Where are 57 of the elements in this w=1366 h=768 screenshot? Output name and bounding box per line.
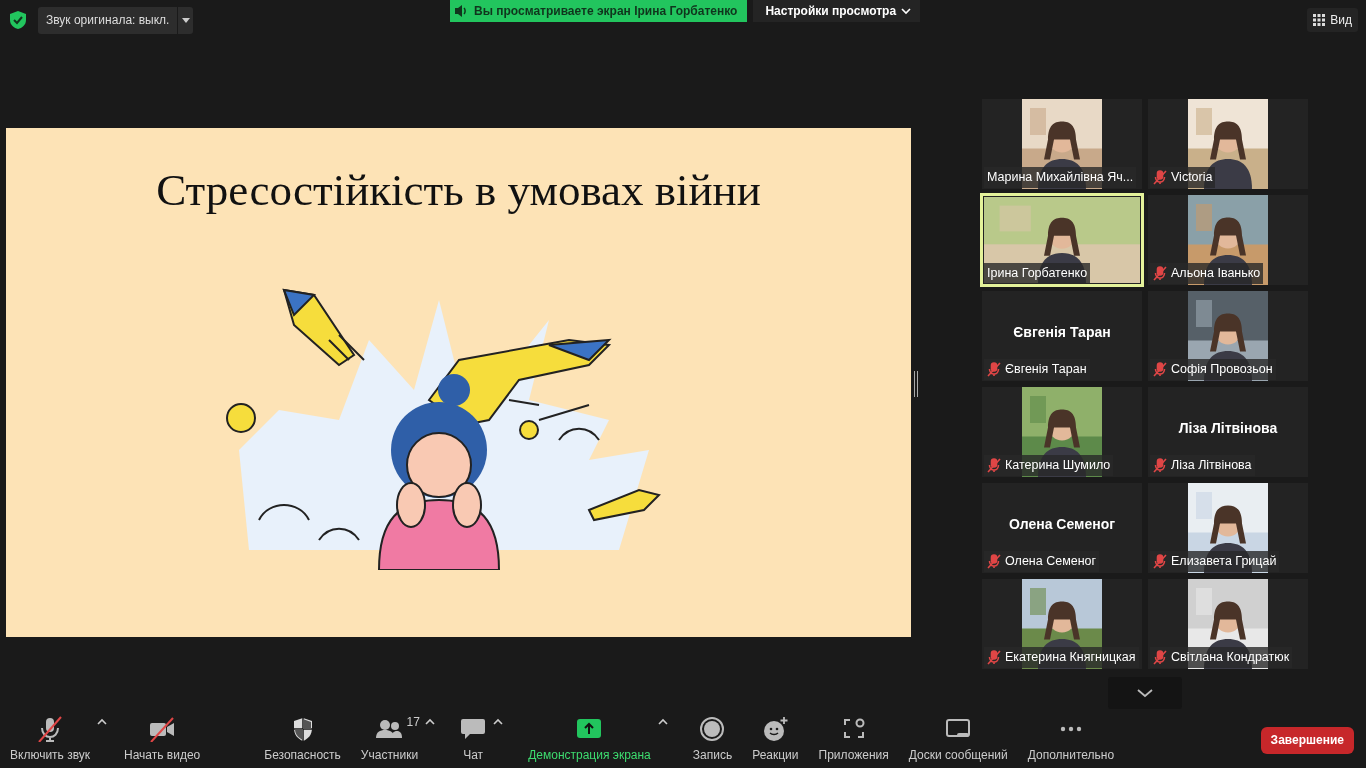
participant-name: Екатерина Княгницкая: [1005, 649, 1136, 667]
participant-name: Євгенія Таран: [1005, 361, 1087, 379]
participant-name: Victoria: [1171, 169, 1213, 187]
muted-microphone-icon: [37, 716, 63, 742]
toolbar-button[interactable]: Начать видео: [122, 716, 203, 764]
toolbar-button[interactable]: Включить звук: [8, 716, 93, 764]
participant-count: 17: [406, 714, 420, 731]
toolbar-button[interactable]: Безопасность: [262, 716, 343, 764]
camera-off-icon: [149, 716, 176, 742]
muted-microphone-icon: [1153, 170, 1167, 186]
muted-microphone-icon: [1153, 650, 1167, 666]
display-name: Ліза Літвінова: [1178, 418, 1278, 438]
chat-bubble-icon: [460, 716, 487, 742]
muted-microphone-icon: [987, 458, 1001, 474]
record-icon: [699, 716, 726, 742]
grid-icon: [1313, 14, 1326, 26]
caret-icon: [181, 17, 190, 23]
toolbar-button[interactable]: Чат: [458, 716, 489, 764]
display-name: Олена Семеног: [1009, 514, 1115, 534]
muted-microphone-icon: [987, 650, 1001, 666]
muted-microphone-icon: [1153, 554, 1167, 570]
toolbar-button[interactable]: Запись: [690, 716, 735, 764]
resize-handle[interactable]: [914, 371, 918, 397]
muted-microphone-icon: [987, 362, 1001, 378]
shield-icon: [8, 10, 28, 30]
toolbar-button[interactable]: 17 Участники: [358, 716, 421, 764]
participant-name: Елизавета Грицай: [1171, 553, 1277, 571]
audio-button[interactable]: Звук оригинала: выкл.: [38, 6, 178, 34]
caret-icon: [900, 5, 913, 17]
view-options-button[interactable]: Настройки просмотра: [753, 0, 921, 22]
participant-name: Софія Провозьон: [1171, 361, 1273, 379]
display-name: Євгенія Таран: [1013, 322, 1111, 342]
dropdown-button[interactable]: [177, 6, 194, 34]
more-icon: [1059, 726, 1082, 732]
toolbar-button[interactable]: Демонстрация экрана: [526, 716, 653, 764]
toolbar-button[interactable]: Дополнительно: [1025, 716, 1117, 764]
participant-name: Ліза Літвінова: [1171, 457, 1252, 475]
participant-name: Катерина Шумило: [1005, 457, 1111, 475]
toolbar-button[interactable]: Реакции: [750, 716, 801, 764]
slide-title: Стресостійкість в умовах війни: [156, 166, 761, 216]
muted-microphone-icon: [987, 554, 1001, 570]
muted-microphone-icon: [1153, 266, 1167, 282]
participant-name: Світлана Кондратюк: [1171, 649, 1290, 667]
muted-microphone-icon: [1153, 362, 1167, 378]
participant-name: Ірина Горбатенко: [987, 265, 1088, 283]
chevron-down-icon: [1137, 688, 1153, 698]
participant-name: Олена Семеног: [1005, 553, 1097, 571]
toolbar-button[interactable]: Приложения: [816, 716, 891, 764]
banner-text: Вы просматриваете экран Ірина Горбатенко: [474, 3, 738, 20]
end-meeting-button[interactable]: Завершение: [1260, 726, 1354, 754]
participant-name: Марина Михайлівна Яч...: [987, 169, 1134, 187]
speaker-icon: [454, 3, 468, 19]
muted-microphone-icon: [1153, 458, 1167, 474]
participant-name: Альона Іванько: [1171, 265, 1261, 283]
smiley-plus-icon: [762, 716, 789, 742]
toolbar-button[interactable]: Доски сообщений: [906, 716, 1010, 764]
view-button[interactable]: Вид: [1307, 8, 1358, 32]
